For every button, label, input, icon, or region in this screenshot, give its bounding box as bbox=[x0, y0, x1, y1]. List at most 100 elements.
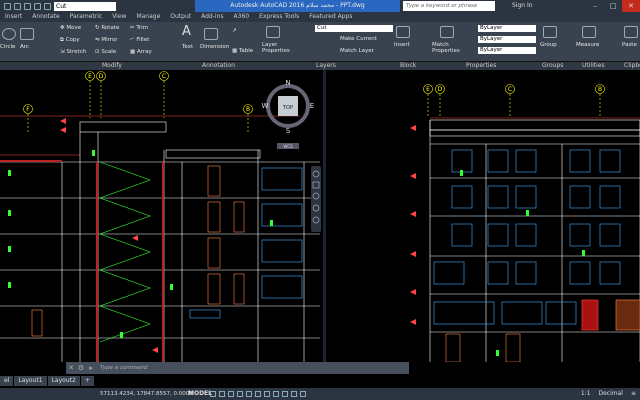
tab-express-tools[interactable]: Express Tools bbox=[254, 12, 304, 22]
customization-icon[interactable]: ≡ bbox=[631, 388, 636, 400]
osnap-icon[interactable] bbox=[246, 391, 252, 397]
scale-button[interactable]: ⊡ Scale bbox=[95, 49, 116, 55]
layer-properties-icon[interactable] bbox=[266, 26, 280, 38]
drawing-canvas[interactable]: TOP N S W E WCS F E D C B E D C B bbox=[0, 70, 640, 363]
units-menu[interactable]: Decimal bbox=[599, 388, 623, 400]
close-icon[interactable]: ✕ bbox=[622, 0, 640, 12]
annotation-scale[interactable]: 1:1 bbox=[581, 388, 591, 400]
navigation-bar[interactable] bbox=[311, 166, 321, 232]
tab-featured-apps[interactable]: Featured Apps bbox=[304, 12, 357, 22]
measure-icon[interactable] bbox=[582, 26, 596, 38]
undo-icon[interactable] bbox=[34, 2, 41, 10]
paste-icon[interactable] bbox=[624, 26, 638, 38]
make-current-button[interactable]: Make Current bbox=[340, 36, 377, 42]
add-layout-button[interactable]: + bbox=[80, 376, 94, 386]
viewcube-north[interactable]: N bbox=[285, 79, 290, 87]
layer-properties-label[interactable]: Layer Properties bbox=[262, 42, 292, 54]
viewcube-top[interactable]: TOP bbox=[282, 105, 293, 111]
viewcube-south[interactable]: S bbox=[286, 127, 291, 135]
command-line[interactable]: ✕ ⚙ ▸ Type a command bbox=[66, 362, 409, 374]
viewport-divider[interactable] bbox=[323, 70, 326, 362]
panel-annotation[interactable]: Annotation bbox=[202, 62, 235, 70]
coordinates-readout[interactable]: 57113.4234, 17847.8557, 0.0000 bbox=[100, 388, 193, 400]
ortho-icon[interactable] bbox=[228, 391, 234, 397]
match-layer-button[interactable]: Match Layer bbox=[340, 48, 374, 54]
tab-view[interactable]: View bbox=[107, 12, 131, 22]
tab-a360[interactable]: A360 bbox=[229, 12, 255, 22]
panel-utilities[interactable]: Utilities bbox=[582, 62, 605, 70]
stretch-button[interactable]: ⇲ Stretch bbox=[60, 49, 86, 55]
tab-parametric[interactable]: Parametric bbox=[65, 12, 108, 22]
match-properties-icon[interactable] bbox=[440, 26, 454, 38]
polar-icon[interactable] bbox=[237, 391, 243, 397]
array-button[interactable]: ▦ Array bbox=[130, 49, 152, 55]
tab-addins[interactable]: Add-ins bbox=[196, 12, 228, 22]
dimension-icon[interactable] bbox=[204, 28, 218, 40]
panel-modify[interactable]: Modify bbox=[102, 62, 122, 70]
panel-layers[interactable]: Layers bbox=[316, 62, 336, 70]
insert-icon[interactable] bbox=[396, 26, 410, 38]
table-button[interactable]: ▦ Table bbox=[232, 48, 253, 54]
tab-annotate[interactable]: Annotate bbox=[27, 12, 64, 22]
text-label[interactable]: Text bbox=[182, 44, 193, 50]
panel-groups[interactable]: Groups bbox=[542, 62, 563, 70]
dimension-label[interactable]: Dimension bbox=[200, 44, 229, 50]
mirror-button[interactable]: ⇋ Mirror bbox=[95, 37, 118, 43]
selection-cycling-icon[interactable] bbox=[282, 391, 288, 397]
customize-icon[interactable]: ⚙ bbox=[76, 364, 86, 372]
open-icon[interactable] bbox=[14, 2, 21, 10]
move-button[interactable]: ✥ Move bbox=[60, 25, 81, 31]
autoscale-icon[interactable] bbox=[300, 391, 306, 397]
circle-label[interactable]: Circle bbox=[0, 44, 15, 50]
linetype-combo[interactable]: ByLayer bbox=[478, 36, 536, 43]
tab-layout1[interactable]: Layout1 bbox=[14, 376, 47, 386]
color-combo[interactable]: ByLayer bbox=[478, 25, 536, 32]
transparency-icon[interactable] bbox=[273, 391, 279, 397]
text-icon[interactable]: A bbox=[182, 24, 191, 39]
fillet-button[interactable]: ⌐ Fillet bbox=[130, 37, 149, 43]
rotate-button[interactable]: ↻ Rotate bbox=[95, 25, 119, 31]
trim-button[interactable]: ✂ Trim bbox=[130, 25, 148, 31]
lineweight-icon[interactable] bbox=[264, 391, 270, 397]
search-input[interactable]: Type a keyword or phrase bbox=[403, 1, 495, 11]
viewcube[interactable]: TOP N S W E WCS bbox=[262, 79, 315, 149]
panel-block[interactable]: Block bbox=[400, 62, 416, 70]
command-input[interactable]: Type a command bbox=[96, 365, 147, 371]
panel-clipboard[interactable]: Clipbo bbox=[624, 62, 640, 70]
grid-icon[interactable] bbox=[210, 391, 216, 397]
leader-icon[interactable]: ↗ bbox=[232, 28, 237, 34]
redo-icon[interactable] bbox=[44, 2, 51, 10]
layer-combo[interactable]: Cut bbox=[315, 25, 393, 32]
maximize-icon[interactable]: □ bbox=[604, 0, 622, 12]
panel-properties[interactable]: Properties bbox=[466, 62, 496, 70]
group-icon[interactable] bbox=[543, 26, 557, 38]
viewcube-west[interactable]: W bbox=[262, 102, 269, 110]
arc-icon[interactable] bbox=[20, 28, 34, 40]
save-icon[interactable] bbox=[24, 2, 31, 10]
annotation-visibility-icon[interactable] bbox=[291, 391, 297, 397]
arc-label[interactable]: Arc bbox=[20, 44, 29, 50]
new-icon[interactable] bbox=[4, 2, 11, 10]
tab-manage[interactable]: Manage bbox=[131, 12, 165, 22]
tab-model[interactable]: el bbox=[0, 376, 14, 386]
snap-icon[interactable] bbox=[219, 391, 225, 397]
copy-button[interactable]: ⧉ Copy bbox=[60, 37, 80, 44]
layer-quick-combo[interactable]: Cut bbox=[54, 1, 116, 11]
otrack-icon[interactable] bbox=[255, 391, 261, 397]
tab-insert[interactable]: Insert bbox=[0, 12, 27, 22]
lineweight-combo[interactable]: ByLayer bbox=[478, 47, 536, 54]
close-command-icon[interactable]: ✕ bbox=[66, 364, 76, 372]
viewcube-east[interactable]: E bbox=[310, 102, 314, 110]
model-space-toggle[interactable]: MODEL bbox=[188, 388, 212, 400]
tab-output[interactable]: Output bbox=[165, 12, 196, 22]
insert-label[interactable]: Insert bbox=[394, 42, 410, 48]
group-label[interactable]: Group bbox=[540, 42, 557, 48]
paste-label[interactable]: Paste bbox=[622, 42, 637, 48]
tab-layout2[interactable]: Layout2 bbox=[47, 376, 80, 386]
match-properties-label[interactable]: Match Properties bbox=[432, 42, 462, 54]
wcs-label[interactable]: WCS bbox=[283, 144, 293, 149]
circle-icon[interactable] bbox=[2, 28, 16, 40]
sign-in-button[interactable]: Sign In bbox=[512, 0, 533, 12]
measure-label[interactable]: Measure bbox=[576, 42, 599, 48]
minimize-icon[interactable]: – bbox=[586, 0, 604, 12]
